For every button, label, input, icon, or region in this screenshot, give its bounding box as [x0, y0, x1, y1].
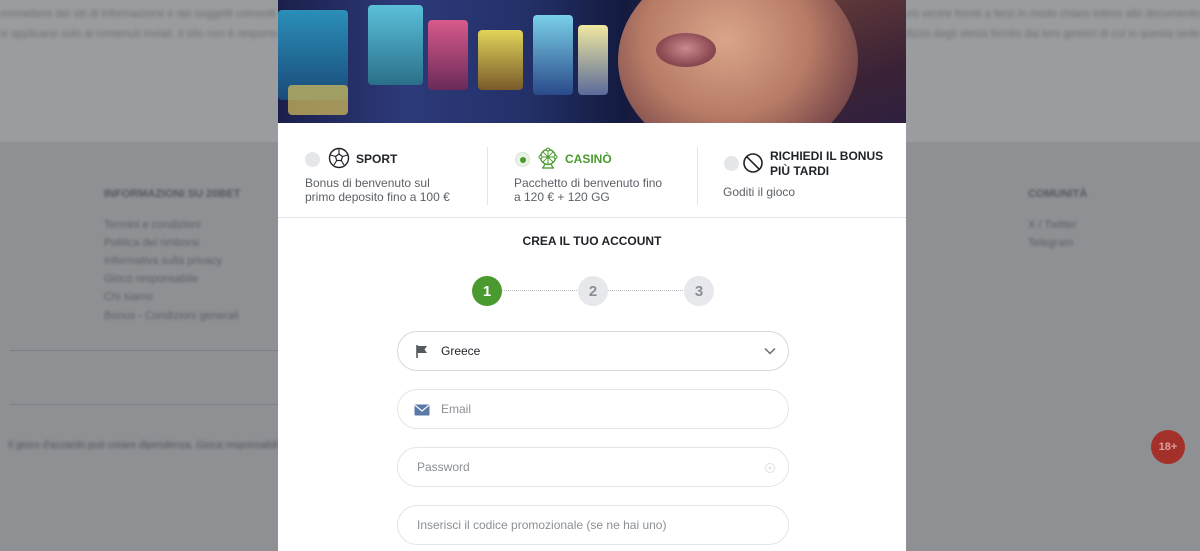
background-text-left-2: si applicano solo ai contenuti inviati. … [0, 28, 278, 40]
footer-link[interactable]: Bonus - Condizioni generali [104, 310, 239, 322]
footer-link[interactable]: Telegram [1028, 237, 1073, 249]
step-connector [501, 290, 579, 291]
bonus-title-later-line2: PIÙ TARDI [770, 164, 830, 178]
bonus-desc-sport-line1: Bonus di benvenuto sul [305, 176, 430, 190]
step-3: 3 [684, 276, 714, 306]
age-restriction-badge: 18+ [1151, 430, 1185, 464]
form-title: CREA IL TUO ACCOUNT [522, 234, 662, 248]
soccer-ball-icon [328, 147, 350, 169]
bonus-desc-casino-line1: Pacchetto di benvenuto fino [514, 176, 663, 190]
footer-link[interactable]: X / Twitter [1028, 219, 1077, 231]
footer-link[interactable]: Informativa sulla privacy [104, 255, 222, 267]
bonus-desc-sport-line2: primo deposito fino a 100 € [305, 190, 450, 204]
footer-link[interactable]: Chi siamo [104, 291, 153, 303]
bonus-desc-casino-line2: a 120 € + 120 GG [514, 190, 610, 204]
bonus-option-sport[interactable]: SPORT Bonus di benvenuto sul primo depos… [278, 123, 488, 218]
bonus-title-sport: SPORT [356, 152, 398, 166]
bonus-desc-later: Goditi il gioco [723, 185, 796, 199]
country-select[interactable]: Greece [397, 331, 789, 371]
flag-icon [416, 345, 427, 358]
password-placeholder: Password [417, 460, 470, 474]
promo-code-field[interactable]: Inserisci il codice promozionale (se ne … [397, 505, 789, 545]
ferris-wheel-icon [538, 147, 558, 169]
no-entry-icon [743, 153, 763, 173]
bonus-title-casino: CASINÒ [565, 152, 612, 166]
bonus-title-later-line1: RICHIEDI IL BONUS [770, 149, 884, 163]
footer-col2-title: COMUNITÀ [1028, 188, 1088, 200]
later-radio[interactable] [724, 156, 739, 171]
step-1: 1 [472, 276, 502, 306]
step-2: 2 [578, 276, 608, 306]
background-text-left-1: ommettere dei siti di informazione e dei… [0, 8, 278, 20]
email-placeholder: Email [441, 402, 472, 416]
footer-divider [10, 404, 278, 405]
chevron-down-icon [764, 347, 776, 355]
bonus-option-later[interactable]: RICHIEDI IL BONUS PIÙ TARDI Goditi il gi… [698, 123, 906, 218]
email-field[interactable]: Email [397, 389, 789, 429]
sport-radio[interactable] [305, 152, 320, 167]
step-connector [607, 290, 685, 291]
hero-banner-image [278, 0, 906, 123]
registration-modal: SPORT Bonus di benvenuto sul primo depos… [278, 0, 906, 551]
footer-divider [10, 350, 278, 351]
footer-col1-title: INFORMAZIONI SU 20BET [104, 188, 241, 200]
country-value: Greece [441, 344, 481, 358]
footer-link[interactable]: Politica dei rimborsi [104, 237, 199, 249]
background-text-right-1: ommettere dei siti di informazione e dei… [906, 8, 1200, 20]
promo-code-placeholder: Inserisci il codice promozionale (se ne … [417, 518, 667, 532]
bonus-options: SPORT Bonus di benvenuto sul primo depos… [278, 123, 906, 218]
footer-link[interactable]: Termini e condizioni [104, 219, 201, 231]
casino-radio[interactable] [515, 152, 530, 167]
footer-link[interactable]: Gioco responsabile [104, 273, 198, 285]
password-field[interactable]: Password [397, 447, 789, 487]
eye-icon[interactable] [764, 462, 776, 474]
envelope-icon [414, 404, 430, 416]
footer-disclaimer: Il gioco d'azzardo può creare dipendenza… [8, 440, 278, 451]
background-text-right-2: si applicano solo ai contenuti inviati. … [906, 28, 1200, 40]
bonus-option-casino[interactable]: CASINÒ Pacchetto di benvenuto fino a 120… [488, 123, 698, 218]
